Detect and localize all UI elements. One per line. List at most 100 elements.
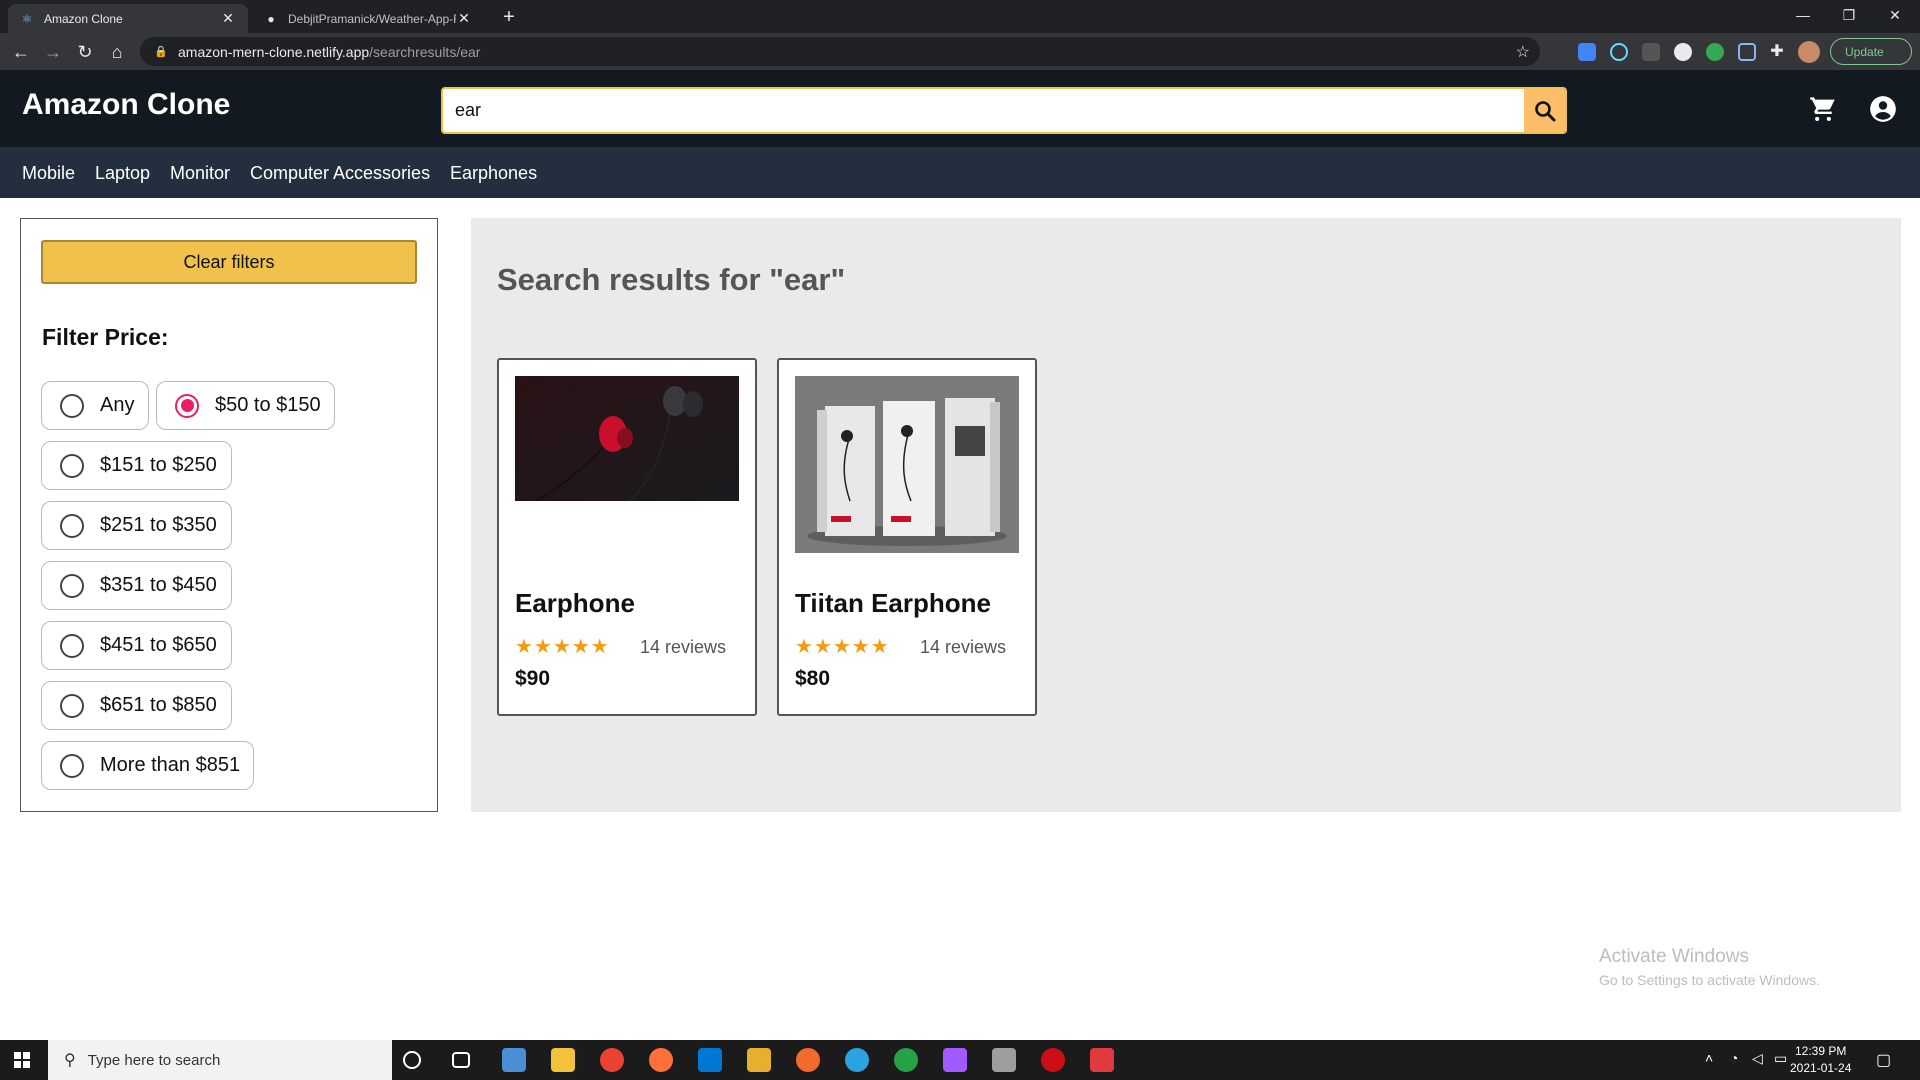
extension-icon[interactable] — [1706, 43, 1724, 61]
telegram-icon[interactable] — [845, 1048, 869, 1072]
figma-icon[interactable] — [943, 1048, 967, 1072]
price-option-451-650[interactable]: $451 to $650 — [41, 621, 232, 670]
home-button[interactable]: ⌂ — [104, 39, 130, 65]
search-button[interactable] — [1524, 89, 1565, 132]
windows-start-icon[interactable] — [14, 1052, 30, 1068]
activate-windows-subtitle: Go to Settings to activate Windows. — [1599, 972, 1820, 988]
tab-amazon-clone[interactable]: ⚛ Amazon Clone ✕ — [8, 4, 248, 33]
category-computer-accessories[interactable]: Computer Accessories — [250, 163, 430, 184]
vscode-icon[interactable] — [698, 1048, 722, 1072]
taskbar-clock[interactable]: 12:39 PM 2021-01-24 — [1790, 1043, 1851, 1077]
tab-title: Amazon Clone — [44, 11, 123, 26]
brand-logo[interactable]: Amazon Clone — [22, 88, 230, 122]
avatar[interactable] — [1798, 41, 1820, 63]
radio-unchecked[interactable] — [60, 393, 84, 418]
radio-unchecked[interactable] — [60, 453, 84, 478]
firefox-icon[interactable] — [649, 1048, 673, 1072]
reload-button[interactable]: ↻ — [72, 39, 98, 65]
taskbar-search[interactable]: ⚲ Type here to search — [48, 1040, 392, 1080]
notifications-icon[interactable]: ▢ — [1876, 1050, 1891, 1070]
radio-unchecked[interactable] — [60, 693, 84, 718]
price-option-351-450[interactable]: $351 to $450 — [41, 561, 232, 610]
activate-windows-title: Activate Windows — [1599, 946, 1749, 967]
price-option-151-250[interactable]: $151 to $250 — [41, 441, 232, 490]
bookmark-star-icon[interactable]: ☆ — [1516, 42, 1530, 62]
window-close-button[interactable]: ✕ — [1872, 0, 1918, 30]
close-icon[interactable]: ✕ — [220, 10, 236, 27]
link-extension-icon[interactable] — [1738, 43, 1756, 61]
product-card[interactable]: Tiitan Earphone ★★★★★ 14 reviews $80 — [777, 358, 1037, 716]
category-laptop[interactable]: Laptop — [95, 163, 150, 184]
forward-button[interactable]: → — [40, 39, 66, 65]
app-icon[interactable] — [502, 1048, 526, 1072]
close-icon[interactable]: ✕ — [456, 10, 472, 27]
category-mobile[interactable]: Mobile — [22, 163, 75, 184]
category-earphones[interactable]: Earphones — [450, 163, 537, 184]
opera-icon[interactable] — [1041, 1048, 1065, 1072]
price-option-50-150[interactable]: $50 to $150 — [156, 381, 335, 430]
search-input[interactable] — [443, 89, 1524, 132]
github-icon: ● — [267, 11, 275, 26]
react-icon: ⚛ — [21, 11, 33, 26]
task-view-icon[interactable] — [452, 1052, 470, 1068]
clear-filters-button[interactable]: Clear filters — [41, 240, 417, 284]
restore-button[interactable]: ❐ — [1826, 0, 1872, 30]
address-bar[interactable]: 🔒 amazon-mern-clone.netlify.app/searchre… — [140, 37, 1540, 66]
clock-date: 2021-01-24 — [1790, 1061, 1852, 1075]
search-bar — [441, 87, 1567, 134]
git-icon[interactable] — [747, 1048, 771, 1072]
product-image[interactable] — [515, 376, 739, 501]
react-devtools-icon[interactable] — [1610, 43, 1628, 61]
cart-icon — [1810, 97, 1835, 122]
whatsapp-icon[interactable] — [894, 1048, 918, 1072]
price-option-more-than-851[interactable]: More than $851 — [41, 741, 254, 790]
price-option-label: Any — [100, 394, 135, 416]
wifi-icon[interactable]: ◔ — [1730, 1050, 1738, 1066]
search-icon: ⚲ — [64, 1052, 76, 1069]
star-rating-icon: ★★★★★ — [795, 636, 890, 658]
extension-icon[interactable] — [1674, 43, 1692, 61]
radio-unchecked[interactable] — [60, 513, 84, 538]
radio-unchecked[interactable] — [60, 753, 84, 778]
puzzle-icon[interactable]: ✚ — [1768, 43, 1786, 61]
price-option-any[interactable]: Any — [41, 381, 149, 430]
price-option-label: $151 to $250 — [100, 454, 217, 476]
cortana-icon[interactable] — [403, 1051, 421, 1069]
back-button[interactable]: ← — [8, 39, 34, 65]
volume-icon[interactable]: ◁ — [1752, 1050, 1763, 1067]
browser-toolbar: ← → ↻ ⌂ 🔒 amazon-mern-clone.netlify.app /… — [0, 33, 1920, 70]
review-count: 14 reviews — [920, 637, 1007, 657]
radio-unchecked[interactable] — [60, 633, 84, 658]
price-option-label: $451 to $650 — [100, 634, 217, 656]
file-explorer-icon[interactable] — [551, 1048, 575, 1072]
product-card[interactable]: Earphone ★★★★★ 14 reviews $90 — [497, 358, 757, 716]
tray-chevron-icon[interactable]: ˄ — [1705, 1050, 1713, 1066]
price-option-651-850[interactable]: $651 to $850 — [41, 681, 232, 730]
update-button[interactable]: Update — [1830, 38, 1912, 65]
category-nav: Mobile Laptop Monitor Computer Accessori… — [0, 147, 1920, 198]
translate-extension-icon[interactable] — [1578, 43, 1596, 61]
anydesk-icon[interactable] — [1090, 1048, 1114, 1072]
results-heading: Search results for "ear" — [497, 262, 846, 297]
new-tab-button[interactable]: + — [496, 4, 522, 30]
review-count: 14 reviews — [640, 637, 727, 657]
chrome-icon[interactable] — [600, 1048, 624, 1072]
product-name[interactable]: Earphone — [515, 588, 635, 619]
radio-checked[interactable] — [175, 393, 199, 418]
cart-button[interactable] — [1808, 94, 1838, 124]
product-image[interactable] — [795, 376, 1019, 553]
app-header: Amazon Clone — [0, 70, 1920, 147]
url-host: amazon-mern-clone.netlify.app — [178, 43, 370, 60]
product-name[interactable]: Tiitan Earphone — [795, 588, 991, 619]
minimize-button[interactable]: — — [1780, 0, 1826, 30]
postman-icon[interactable] — [796, 1048, 820, 1072]
battery-icon[interactable]: ▭ — [1774, 1050, 1787, 1067]
calculator-icon[interactable] — [992, 1048, 1016, 1072]
radio-unchecked[interactable] — [60, 573, 84, 598]
new-extension-icon[interactable] — [1642, 43, 1660, 61]
price-option-label: $251 to $350 — [100, 514, 217, 536]
category-monitor[interactable]: Monitor — [170, 163, 230, 184]
account-button[interactable] — [1868, 94, 1898, 124]
price-option-251-350[interactable]: $251 to $350 — [41, 501, 232, 550]
tab-github[interactable]: ● DebjitPramanick/Weather-App-R ✕ — [252, 4, 484, 33]
